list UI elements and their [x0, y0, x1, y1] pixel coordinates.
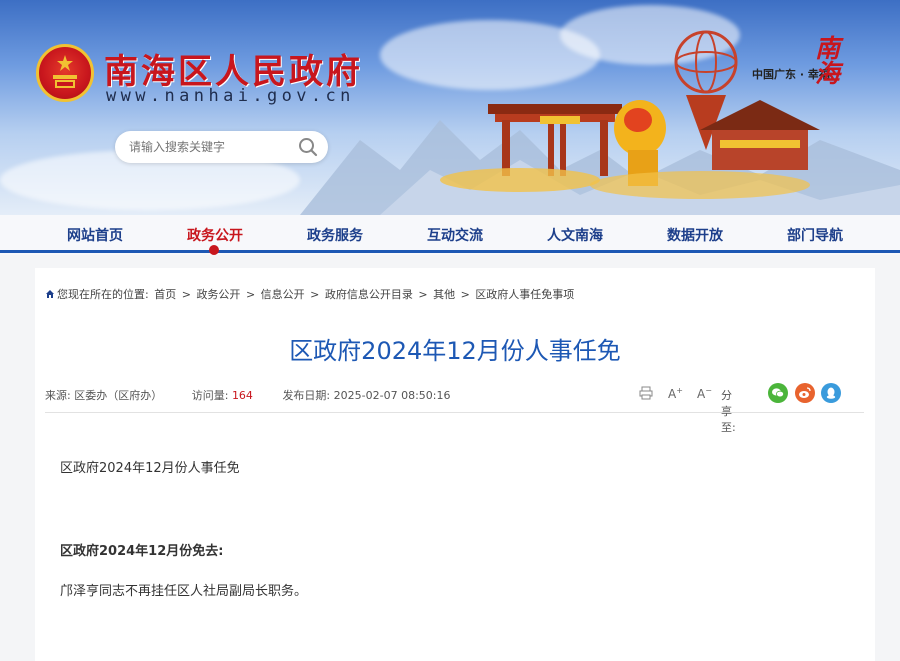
- breadcrumb-prefix: 您现在所在的位置:: [57, 288, 149, 301]
- font-increase-button[interactable]: A+: [668, 386, 683, 401]
- site-url: www.nanhai.gov.cn: [106, 86, 355, 106]
- source-value: 区委办（区府办）: [74, 389, 163, 402]
- search-input[interactable]: [129, 138, 294, 156]
- breadcrumb-item-home[interactable]: 首页: [154, 288, 176, 301]
- breadcrumb: 您现在所在的位置: 首页 > 政务公开 > 信息公开 > 政府信息公开目录 > …: [45, 286, 576, 302]
- nav-item-culture[interactable]: 人文南海: [515, 225, 635, 245]
- date-label: 发布日期:: [282, 389, 331, 402]
- font-increase-label: A: [668, 387, 677, 401]
- nav-item-departments[interactable]: 部门导航: [755, 225, 875, 245]
- breadcrumb-item-appointments[interactable]: 区政府人事任免事项: [475, 288, 574, 301]
- nav-item-services[interactable]: 政务服务: [275, 225, 395, 245]
- breadcrumb-separator: >: [181, 288, 191, 301]
- views-label: 访问量:: [191, 389, 229, 402]
- header-banner: 南海区人民政府 www.nanhai.gov.cn 中国广东 · 幸福 南 海: [0, 0, 900, 215]
- article-meta: 来源: 区委办（区府办） 访问量: 164 发布日期: 2025-02-07 0…: [45, 387, 450, 403]
- nanhai-calligraphy-logo: 南 海: [815, 34, 841, 88]
- font-decrease-label: A: [697, 387, 706, 401]
- breadcrumb-separator: >: [418, 288, 428, 301]
- article-paragraph: 区政府2024年12月份免去:: [60, 544, 224, 559]
- nav-item-interaction[interactable]: 互动交流: [395, 225, 515, 245]
- breadcrumb-item-info-disclosure[interactable]: 信息公开: [261, 288, 305, 301]
- share-label: 分享至:: [721, 389, 736, 434]
- font-decrease-button[interactable]: A−: [697, 386, 712, 401]
- search-box: [115, 131, 328, 163]
- publish-date: 2025-02-07 08:50:16: [333, 389, 451, 402]
- breadcrumb-item-gov-affairs[interactable]: 政务公开: [196, 288, 240, 301]
- article-title: 区政府2024年12月份人事任免: [289, 337, 621, 365]
- wechat-share-icon[interactable]: [768, 383, 788, 403]
- print-icon[interactable]: [639, 386, 653, 403]
- breadcrumb-separator: >: [460, 288, 470, 301]
- breadcrumb-item-catalog[interactable]: 政府信息公开目录: [325, 288, 413, 301]
- weibo-share-icon[interactable]: [795, 383, 815, 403]
- national-emblem-icon: [36, 44, 94, 102]
- nav-item-open-data[interactable]: 数据开放: [635, 225, 755, 245]
- article-paragraph: 区政府2024年12月份人事任免: [60, 461, 240, 476]
- breadcrumb-item-other[interactable]: 其他: [433, 288, 455, 301]
- nav-item-gov-affairs[interactable]: 政务公开: [155, 225, 275, 245]
- breadcrumb-separator: >: [310, 288, 320, 301]
- landmark-illustration: [300, 30, 900, 215]
- nav-active-indicator: [209, 245, 219, 255]
- breadcrumb-separator: >: [245, 288, 256, 301]
- search-icon[interactable]: [298, 137, 318, 161]
- nav-item-home[interactable]: 网站首页: [35, 225, 155, 245]
- home-icon: [45, 289, 55, 302]
- qq-share-icon[interactable]: [821, 383, 841, 403]
- meta-divider: [45, 412, 864, 413]
- article-paragraph: 邝泽亨同志不再挂任区人社局副局长职务。: [60, 584, 308, 599]
- views-count: 164: [231, 389, 253, 402]
- source-label: 来源:: [45, 389, 71, 402]
- nav-underline: [0, 250, 900, 253]
